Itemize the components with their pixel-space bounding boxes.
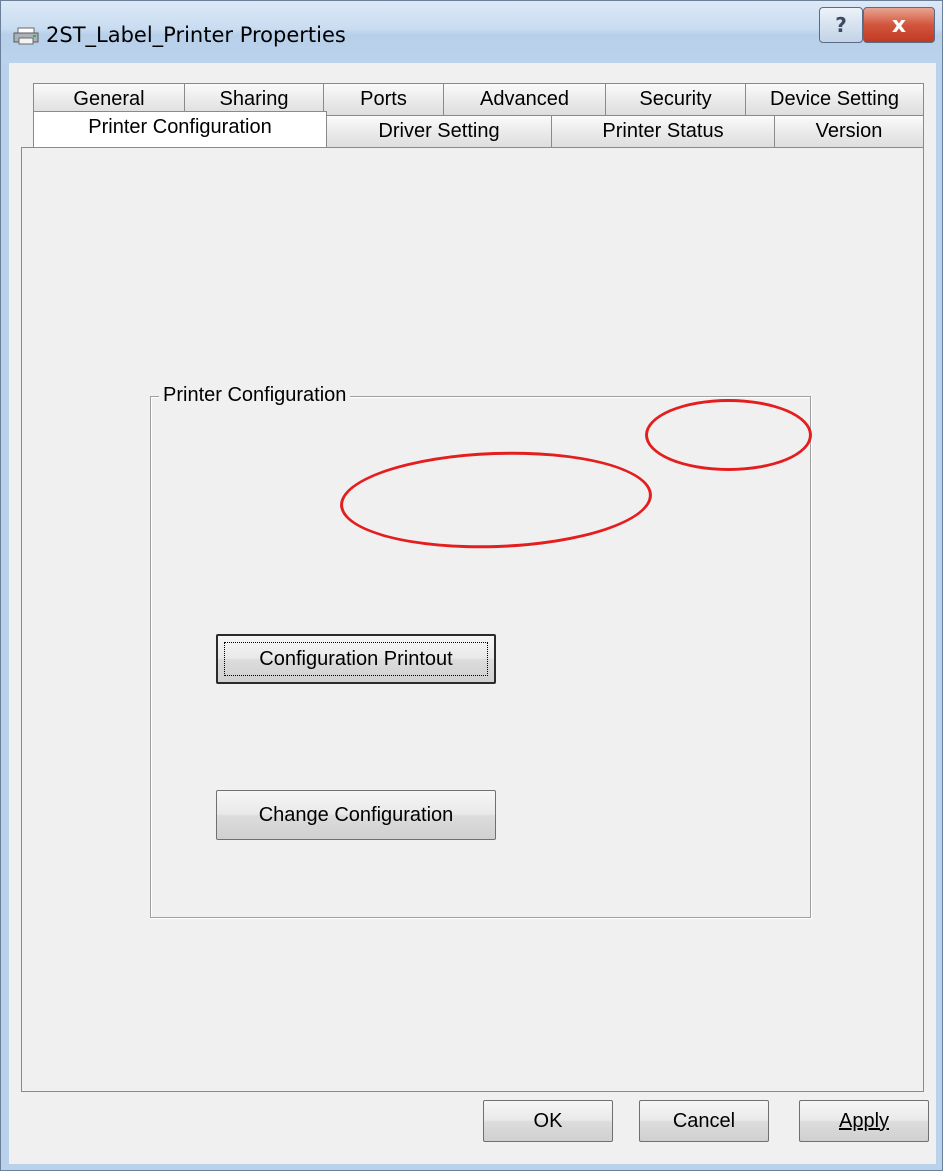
- tab-panel: Printer Configuration Configuration Prin…: [21, 147, 924, 1092]
- change-configuration-button[interactable]: Change Configuration: [216, 790, 496, 840]
- close-icon: x: [891, 12, 907, 38]
- help-button[interactable]: ?: [819, 7, 863, 43]
- ok-label: OK: [533, 1109, 563, 1132]
- window-title: 2ST_Label_Printer Properties: [46, 23, 346, 47]
- tab-driver-setting[interactable]: Driver Setting: [326, 115, 552, 147]
- printer-icon: [13, 27, 39, 45]
- configuration-printout-label: Configuration Printout: [259, 647, 453, 670]
- tab-printer-status[interactable]: Printer Status: [551, 115, 775, 147]
- properties-window: 2ST_Label_Printer Properties ? x General…: [0, 0, 943, 1171]
- tab-security[interactable]: Security: [605, 83, 746, 115]
- tab-advanced[interactable]: Advanced: [443, 83, 606, 115]
- change-configuration-label: Change Configuration: [258, 803, 454, 826]
- configuration-printout-button[interactable]: Configuration Printout: [216, 634, 496, 684]
- tab-ports[interactable]: Ports: [323, 83, 444, 115]
- apply-button[interactable]: Apply: [799, 1100, 929, 1142]
- tab-device-setting[interactable]: Device Setting: [745, 83, 924, 115]
- dialog-client-area: General Sharing Ports Advanced Security …: [9, 63, 936, 1164]
- tab-printer-configuration[interactable]: Printer Configuration: [33, 111, 327, 147]
- close-button[interactable]: x: [863, 7, 935, 43]
- cancel-label: Cancel: [672, 1109, 736, 1132]
- apply-label: Apply: [838, 1109, 890, 1132]
- tab-version[interactable]: Version: [774, 115, 924, 147]
- cancel-button[interactable]: Cancel: [639, 1100, 769, 1142]
- tab-row-front: Printer Configuration Driver Setting Pri…: [33, 111, 924, 147]
- ok-button[interactable]: OK: [483, 1100, 613, 1142]
- title-bar[interactable]: 2ST_Label_Printer Properties ? x: [1, 1, 942, 63]
- group-label: Printer Configuration: [159, 384, 351, 407]
- help-icon: ?: [835, 13, 847, 37]
